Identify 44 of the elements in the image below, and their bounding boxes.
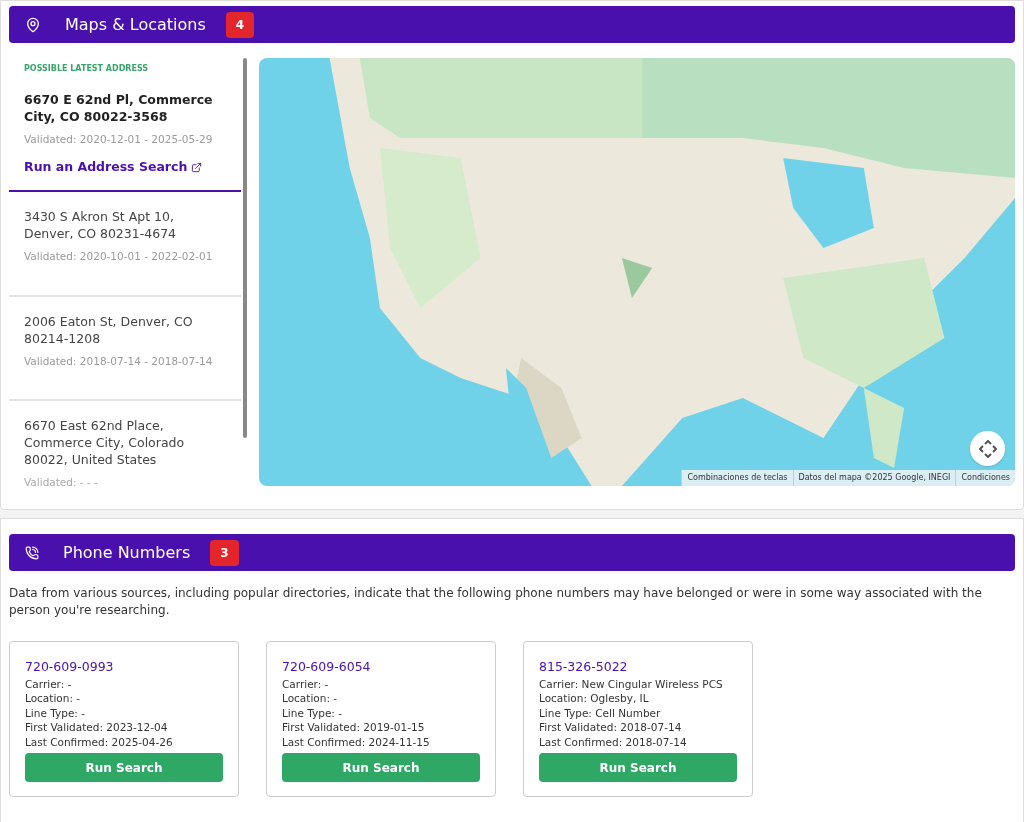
section-title: Maps & Locations: [65, 13, 206, 36]
attribution-link[interactable]: Datos del mapa ©2025 Google, INEGI: [792, 470, 956, 486]
phone-detail: First Validated: 2018-07-14: [539, 720, 683, 735]
section-title: Phone Numbers: [63, 541, 191, 564]
phone-detail: Location: Oglesby, IL: [539, 691, 650, 706]
validated-dates: Validated: - - -: [24, 475, 99, 488]
scrollbar[interactable]: [243, 58, 247, 438]
phone-detail: First Validated: 2019-01-15: [282, 720, 426, 735]
arrows-icon: [978, 439, 997, 458]
address-item[interactable]: 6670 E 62nd Pl, Commerce City, CO 80022-3568 Validated: 2020-12-01 - 2025-05-29 Run an Address Search: [9, 85, 241, 192]
validated-dates: Validated: 2020-12-01 - 2025-05-29: [24, 132, 214, 147]
phone-detail: Line Type: -: [282, 705, 343, 721]
count-badge: 3: [210, 539, 239, 566]
address-text: 3430 S Akron St Apt 10, Denver, CO 80231-4674: [24, 207, 178, 242]
phone-detail: Last Confirmed: 2024-11-15: [282, 734, 431, 750]
validated-dates: Validated: 2020-10-01 - 2022-02-01: [24, 248, 214, 264]
phone-detail: Carrier: -: [25, 676, 73, 692]
phone-detail: First Validated: 2023-12-04: [25, 720, 169, 735]
address-item[interactable]: 3430 S Akron St Apt 10, Denver, CO 80231-4674 Validated: 2020-10-01 - 2022-02-01: [9, 191, 241, 297]
phone-icon: [25, 545, 39, 560]
address-item[interactable]: 2006 Eaton St, Denver, CO 80214-1208 Validated: 2018-07-14 - 2018-07-14: [9, 296, 241, 402]
section-label: POSSIBLE LATEST ADDRESS: [23, 63, 150, 75]
phone-number[interactable]: 720-609-6054: [282, 658, 480, 677]
count-badge: 4: [225, 11, 255, 38]
phone-detail: Last Confirmed: 2025-04-26: [25, 734, 174, 750]
phone-detail: Line Type: -: [25, 705, 86, 721]
phone-detail: Location: -: [25, 691, 82, 706]
phone-detail: Carrier: -: [282, 676, 330, 692]
validated-dates: Validated: 2018-07-14 - 2018-07-14: [24, 353, 214, 369]
phone-detail: Carrier: New Cingular Wireless PCS: [539, 676, 724, 692]
intro-text: Data from various sources, including popular directories, indicate that the following phone numbers may have belonged or were in some way associated with the person you're researching.: [9, 585, 983, 619]
address-text: 2006 Eaton St, Denver, CO 80214-1208: [24, 312, 194, 347]
phone-number[interactable]: 815-326-5022: [539, 658, 737, 677]
external-link-icon: [191, 161, 203, 173]
address-text: 6670 E 62nd Pl, Commerce City, CO 80022-3568: [24, 91, 214, 125]
location-pin-icon: [25, 16, 41, 33]
attribution-link[interactable]: Condiciones: [955, 470, 1015, 486]
address-search-link[interactable]: Run an Address Search: [24, 157, 203, 177]
phone-number[interactable]: 720-609-0993: [25, 658, 223, 677]
phone-detail: Line Type: Cell Number: [539, 705, 662, 721]
phone-detail: Last Confirmed: 2018-07-14: [539, 734, 688, 750]
phone-detail: Location: -: [282, 691, 339, 706]
attribution-link[interactable]: Combinaciones de teclas: [681, 470, 793, 486]
address-text: 6670 East 62nd Place, Commerce City, Colorado 80022, United States: [24, 417, 186, 469]
